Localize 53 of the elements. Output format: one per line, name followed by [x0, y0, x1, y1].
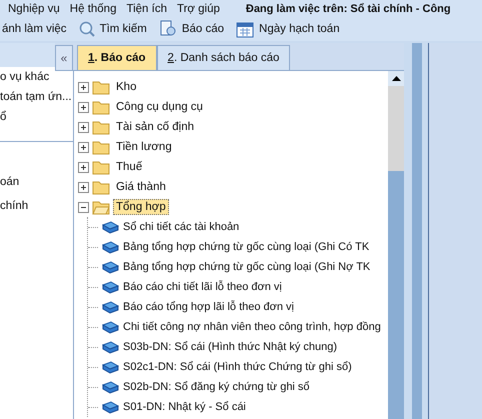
folder-icon — [92, 200, 110, 214]
tree-item[interactable]: Thuế — [113, 159, 146, 175]
scrollbar[interactable] — [388, 71, 404, 419]
menu-item[interactable]: Tiện ích — [126, 2, 167, 14]
calendar-icon — [236, 20, 254, 38]
expand-icon[interactable] — [78, 162, 89, 172]
toolbar-button[interactable]: ánh làm việc — [0, 23, 69, 35]
folder-icon — [92, 140, 110, 154]
toolbar-button[interactable]: Ngày hạch toán — [234, 20, 342, 38]
expand-icon[interactable] — [78, 142, 89, 152]
tree-item[interactable]: Công cụ dụng cụ — [113, 99, 206, 115]
expand-icon[interactable] — [78, 102, 89, 112]
nav-item[interactable]: ổ — [0, 107, 73, 127]
menu-item[interactable]: Nghiệp vụ — [8, 2, 60, 14]
folder-icon — [92, 80, 110, 94]
expand-icon[interactable] — [78, 122, 89, 132]
folder-icon — [92, 100, 110, 114]
menu-item[interactable]: Trợ giúp — [176, 2, 220, 14]
tab[interactable]: 2. Danh sách báo cáo — [156, 45, 290, 70]
report-item[interactable]: S03b-DN: Sổ cái (Hình thức Nhật ký chung) — [123, 341, 338, 353]
report-item[interactable]: Bảng tổng hợp chứng từ gốc cùng loại (Ghi Nợ TK — [123, 261, 370, 273]
folder-icon — [92, 120, 110, 134]
expand-icon[interactable] — [78, 82, 89, 92]
nav-item[interactable]: o vụ khác — [0, 67, 73, 87]
nav-item[interactable]: toán tạm ứn... — [0, 87, 73, 107]
toolbar-button[interactable]: Báo cáo — [156, 20, 226, 38]
folder-icon — [92, 180, 110, 194]
report-item[interactable]: Sổ chi tiết các tài khoản — [123, 221, 240, 233]
tree-item[interactable]: Kho — [113, 79, 140, 95]
report-item[interactable]: S01-DN: Nhật ký - Sổ cái — [123, 401, 246, 413]
tree-item[interactable]: Tiền lương — [113, 139, 175, 155]
folder-icon — [92, 160, 110, 174]
collapse-icon[interactable] — [78, 202, 89, 212]
report-item[interactable]: Chi tiết công nợ nhân viên theo công trình, hợp đồng — [123, 321, 381, 333]
report-item[interactable]: S02c1-DN: Sổ cái (Hình thức Chứng từ ghi sổ) — [123, 361, 352, 373]
report-item[interactable]: Báo cáo tổng hợp lãi lỗ theo đơn vị — [123, 301, 294, 313]
report-item[interactable]: S02b-DN: Sổ đăng ký chứng từ ghi sổ — [123, 381, 310, 393]
report-item[interactable]: Bảng tổng hợp chứng từ gốc cùng loại (Ghi Có TK — [123, 241, 370, 253]
expand-icon[interactable] — [78, 182, 89, 192]
search-icon — [78, 21, 95, 37]
nav-item[interactable]: oán — [0, 172, 73, 192]
collapse-button[interactable]: « — [55, 45, 73, 70]
tree-item[interactable]: Tổng hợp — [113, 199, 169, 215]
tree-item[interactable]: Giá thành — [113, 179, 169, 195]
scroll-up-icon[interactable] — [392, 76, 400, 81]
report-item[interactable]: Báo cáo chi tiết lãi lỗ theo đơn vị — [123, 281, 282, 293]
tree-item[interactable]: Tài sản cố định — [113, 119, 197, 135]
tab[interactable]: 1. Báo cáo — [77, 45, 157, 70]
working-title: Đang làm việc trên: Sổ tài chính - Công — [246, 2, 451, 14]
toolbar-button[interactable]: Tìm kiếm — [76, 21, 149, 37]
nav-item[interactable]: chính — [0, 196, 73, 216]
report-icon — [158, 20, 177, 38]
menu-item[interactable]: Hệ thống — [70, 2, 116, 14]
